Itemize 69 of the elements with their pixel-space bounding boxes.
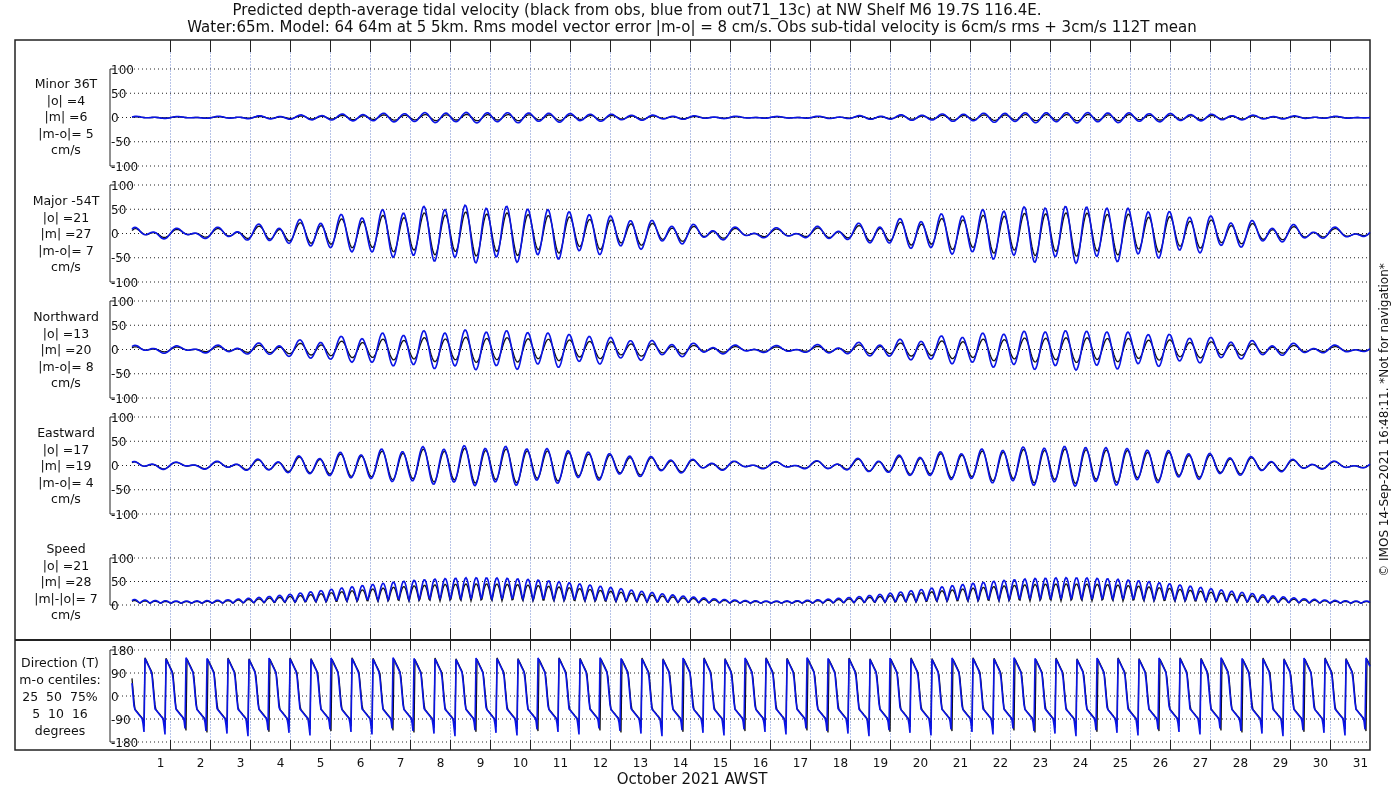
axis-tick-label: 0: [111, 598, 119, 613]
axis-tick-label: 7: [396, 756, 405, 770]
axis-tick-label: 100: [111, 178, 134, 193]
axis-tick-label: 0: [111, 227, 119, 241]
axis-tick-label: 100: [111, 62, 134, 77]
chart-title: Water:65m. Model: 64 64m at 5 5km. Rms model vector error |m-o| = 8 cm/s. Obs sub-tidal velocity is 6cm/s rms + 3cm/s 112T mean: [187, 18, 1197, 36]
axis-tick-label: 17: [792, 756, 809, 770]
axis-tick-label: 12: [592, 756, 609, 770]
axis-tick-label: 0: [111, 111, 119, 125]
axis-tick-label: -180: [111, 735, 139, 750]
axis-tick-label: 27: [1192, 756, 1209, 770]
axis-tick-label: 26: [1152, 756, 1169, 770]
axis-tick-label: 50: [111, 318, 127, 333]
axis-tick-label: 15: [712, 756, 729, 770]
axis-tick-label: -50: [111, 483, 131, 498]
axis-tick-label: 0: [111, 689, 119, 704]
axis-tick-label: -100: [111, 159, 139, 174]
axis-tick-label: 2: [196, 756, 205, 770]
axis-tick-label: 16: [752, 756, 769, 770]
axis-label: October 2021 AWST: [616, 770, 768, 788]
axis-tick-label: 100: [111, 294, 134, 309]
axis-tick-label: 90: [111, 666, 127, 681]
axis-tick-label: 0: [111, 343, 119, 357]
panel-label: Northward |o| =13 |m| =20 |m-o|= 8 cm/s: [33, 309, 99, 390]
axis-tick-label: 25: [1112, 756, 1129, 770]
axis-tick-label: 31: [1352, 756, 1369, 770]
axis-tick-label: 6: [356, 756, 365, 770]
axis-tick-label: 1: [156, 756, 165, 770]
chart-title: Predicted depth-average tidal velocity (black from obs, blue from out71_13c) at NW Shelf M6 19.7S 116.4E.: [232, 1, 1042, 19]
axis-tick-label: -50: [111, 135, 131, 150]
axis-tick-label: 180: [111, 643, 134, 658]
axis-tick-label: 50: [111, 434, 127, 449]
axis-tick-label: 28: [1232, 756, 1249, 770]
panel-label: Direction (T) m-o centiles: 25 50 75% 5 10 16 degrees: [19, 655, 101, 738]
panel-label: Major -54T |o| =21 |m| =27 |m-o|= 7 cm/s: [32, 193, 100, 274]
axis-tick-label: -50: [111, 251, 131, 266]
axis-tick-label: 100: [111, 551, 134, 566]
axis-tick-label: 21: [952, 756, 969, 770]
axis-tick-label: 11: [552, 756, 569, 770]
axis-tick-label: 10: [512, 756, 529, 770]
panel-label: Minor 36T |o| =4 |m| =6 |m-o|= 5 cm/s: [34, 76, 98, 157]
axis-tick-label: 20: [912, 756, 929, 770]
axis-tick-label: 22: [992, 756, 1009, 770]
copyright-note: © IMOS 14-Sep-2021 16:48:11. *Not for navigation*: [1377, 263, 1391, 577]
panel-label: Eastward |o| =17 |m| =19 |m-o|= 4 cm/s: [37, 425, 95, 506]
axis-tick-label: 14: [672, 756, 689, 770]
axis-tick-label: 9: [476, 756, 485, 770]
axis-tick-label: 24: [1072, 756, 1089, 770]
axis-tick-label: -90: [111, 712, 131, 727]
axis-tick-label: 50: [111, 575, 127, 589]
axis-tick-label: 23: [1032, 756, 1049, 770]
axis-tick-label: 4: [276, 756, 285, 770]
axis-tick-label: -100: [111, 275, 139, 290]
axis-tick-label: -100: [111, 391, 139, 406]
axis-tick-label: 13: [632, 756, 649, 770]
axis-tick-label: 8: [436, 756, 445, 770]
axis-tick-label: 100: [111, 410, 134, 425]
axis-tick-label: 3: [236, 756, 245, 770]
axis-tick-label: -100: [111, 507, 139, 522]
axis-tick-label: 50: [111, 202, 127, 217]
axis-tick-label: -50: [111, 367, 131, 382]
axis-tick-label: 50: [111, 86, 127, 101]
axis-tick-label: 30: [1312, 756, 1329, 770]
axis-tick-label: 19: [872, 756, 889, 770]
axis-tick-label: 5: [316, 756, 325, 770]
axis-tick-label: 29: [1272, 756, 1289, 770]
axis-tick-label: 0: [111, 459, 119, 473]
panel-label: Speed |o| =21 |m| =28 |m|-|o|= 7 cm/s: [34, 541, 98, 622]
axis-tick-label: 18: [832, 756, 849, 770]
